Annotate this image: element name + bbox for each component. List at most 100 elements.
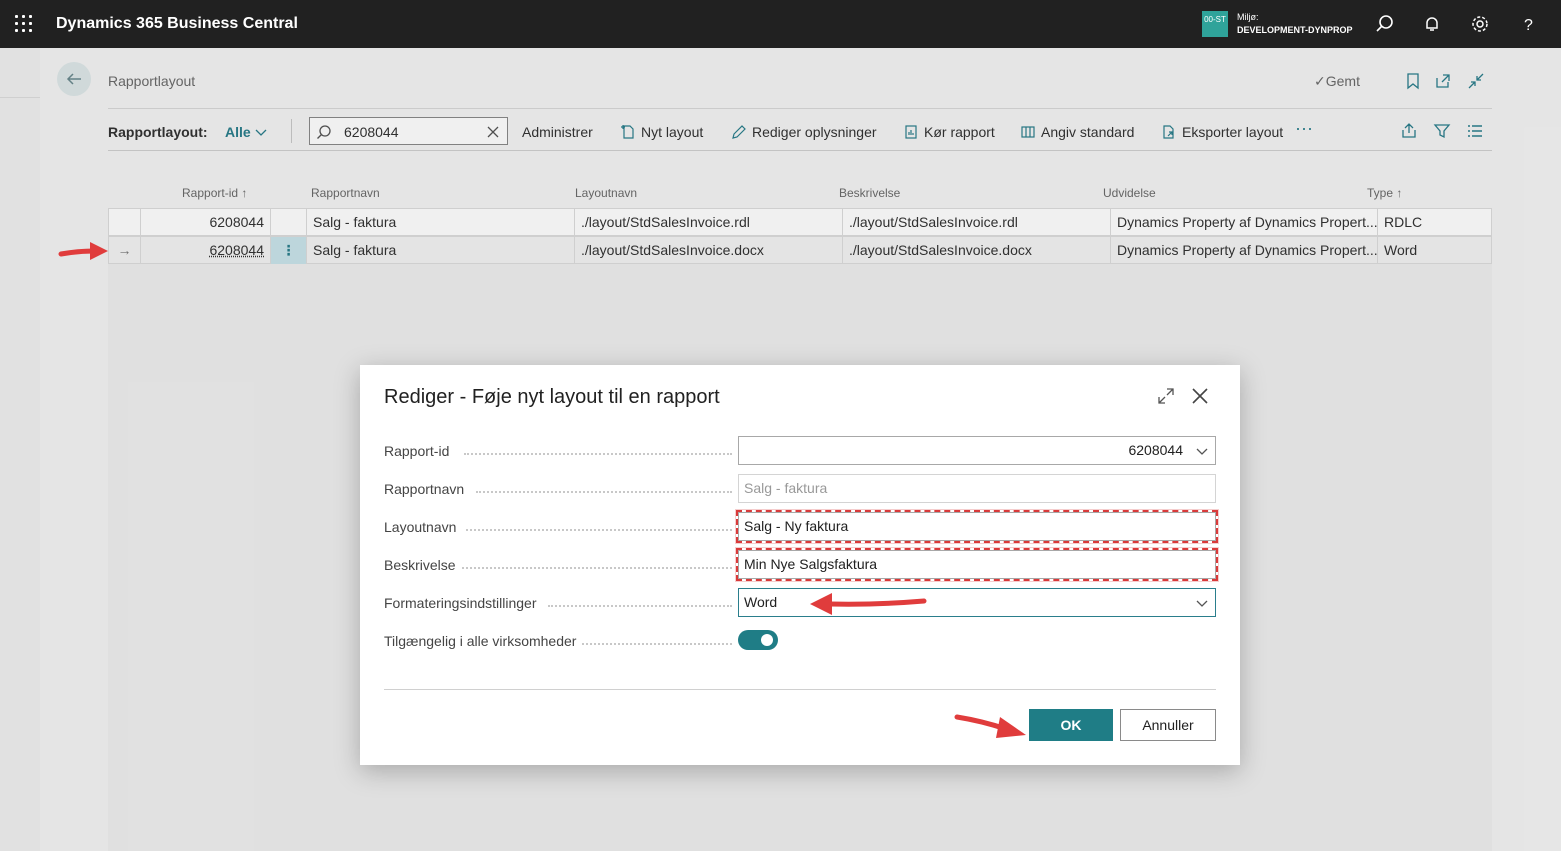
edit-layout-dialog: Rediger - Føje nyt layout til en rapport… <box>360 365 1240 765</box>
field-label-description: Beskrivelse <box>384 557 732 573</box>
highlight-box <box>736 510 1218 543</box>
column-header-layout-name[interactable]: Layoutnavn <box>575 186 637 200</box>
help-icon[interactable]: ? <box>1518 14 1538 34</box>
list-view-icon[interactable] <box>1466 122 1484 140</box>
annotation-arrow-icon <box>954 714 1026 738</box>
view-label: Rapportlayout: <box>108 124 208 140</box>
view-filter-value: Alle <box>225 124 251 140</box>
cell-report-id: 6208044 <box>141 209 271 236</box>
cell-report-name: Salg - faktura <box>307 209 575 236</box>
action-run-report[interactable]: Kør rapport <box>903 124 995 140</box>
cell-extension: Dynamics Property af Dynamics Propert... <box>1111 209 1378 236</box>
pencil-icon <box>732 125 746 139</box>
report-icon <box>905 125 917 139</box>
row-menu-icon[interactable]: ⋮ <box>271 237 307 264</box>
expand-icon[interactable] <box>1157 387 1175 405</box>
gear-icon[interactable] <box>1470 14 1490 34</box>
environment-badge: 00-ST <box>1202 11 1228 37</box>
chevron-down-icon <box>1196 448 1208 455</box>
close-icon[interactable] <box>1190 386 1210 406</box>
environment-label: Miljø: DEVELOPMENT-DYNPROP <box>1237 11 1353 37</box>
table-row[interactable]: → 6208044 ⋮ Salg - faktura ./layout/StdS… <box>108 236 1492 264</box>
bookmark-icon[interactable] <box>1404 72 1422 90</box>
label-text: Rapport-id <box>384 443 450 459</box>
row-selector[interactable] <box>109 209 141 236</box>
field-label-report-id: Rapport-id <box>384 443 732 459</box>
actionbar-divider <box>108 150 1492 151</box>
open-new-window-icon[interactable] <box>1434 72 1452 90</box>
saved-label: Gemt <box>1325 73 1360 89</box>
highlight-box <box>736 548 1218 581</box>
action-label: Eksporter layout <box>1182 124 1284 140</box>
field-label-report-name: Rapportnavn <box>384 481 732 497</box>
dialog-title: Rediger - Føje nyt layout til en rapport <box>384 386 720 408</box>
filter-icon[interactable] <box>1433 122 1451 140</box>
label-text: Layoutnavn <box>384 519 457 535</box>
saved-status: ✓Gemt <box>1314 73 1360 89</box>
column-header-description[interactable]: Beskrivelse <box>839 186 900 200</box>
action-edit-info[interactable]: Rediger oplysninger <box>731 124 877 140</box>
report-name-field: Salg - faktura <box>738 474 1216 503</box>
action-label: Administrer <box>522 124 593 140</box>
cell-row-menu[interactable] <box>271 209 307 236</box>
table-row[interactable]: 6208044 Salg - faktura ./layout/StdSales… <box>108 208 1492 236</box>
chevron-down-icon <box>255 129 267 136</box>
label-text: Tilgængelig i alle virksomheder <box>384 633 577 649</box>
available-all-toggle[interactable] <box>738 630 778 650</box>
row-selector[interactable]: → <box>109 237 141 264</box>
column-header-label: Rapport-id <box>182 186 239 200</box>
column-header-report-name[interactable]: Rapportnavn <box>311 186 380 200</box>
share-icon[interactable] <box>1400 122 1418 140</box>
app-title[interactable]: Dynamics 365 Business Central <box>56 15 298 33</box>
chevron-down-icon <box>1196 600 1208 607</box>
report-name-placeholder: Salg - faktura <box>744 480 828 496</box>
left-strip <box>0 48 40 851</box>
cell-report-name: Salg - faktura <box>307 237 575 264</box>
field-label-layout-name: Layoutnavn <box>384 519 732 535</box>
header-divider <box>108 108 1492 109</box>
more-actions-icon[interactable]: ··· <box>1295 118 1313 139</box>
action-separator <box>291 119 292 143</box>
column-header-report-id[interactable]: Rapport-id ↑ <box>182 186 247 200</box>
action-administrer[interactable]: Administrer <box>522 124 593 140</box>
arrow-left-icon <box>66 73 81 85</box>
search-icon[interactable] <box>1375 14 1395 34</box>
report-id-field[interactable]: 6208044 <box>738 436 1216 465</box>
new-document-icon <box>621 125 634 139</box>
back-button[interactable] <box>57 62 91 96</box>
format-value: Word <box>744 594 778 610</box>
column-header-extension[interactable]: Udvidelse <box>1103 186 1156 200</box>
clear-search-icon[interactable] <box>485 124 501 140</box>
columns-icon <box>1021 126 1035 138</box>
action-new-layout[interactable]: Nyt layout <box>620 124 703 140</box>
view-filter-dropdown[interactable]: Alle <box>225 124 267 140</box>
bell-icon[interactable] <box>1422 14 1442 34</box>
cell-extension: Dynamics Property af Dynamics Propert... <box>1111 237 1378 264</box>
app-launcher-icon[interactable] <box>14 14 34 34</box>
cell-report-id[interactable]: 6208044 <box>141 237 271 264</box>
column-header-type[interactable]: Type ↑ <box>1367 186 1402 200</box>
label-text: Rapportnavn <box>384 481 465 497</box>
report-id-value: 6208044 <box>1128 442 1183 458</box>
action-export-layout[interactable]: Eksporter layout <box>1161 124 1283 140</box>
field-label-available-all: Tilgængelig i alle virksomheder <box>384 633 732 649</box>
collapse-icon[interactable] <box>1467 72 1485 90</box>
action-label: Angiv standard <box>1041 124 1135 140</box>
export-document-icon <box>1163 125 1174 139</box>
environment-name: DEVELOPMENT-DYNPROP <box>1237 25 1353 35</box>
search-icon <box>317 125 331 139</box>
cell-type: RDLC <box>1384 214 1423 230</box>
cancel-button[interactable]: Annuller <box>1120 709 1216 741</box>
ok-button[interactable]: OK <box>1029 709 1113 741</box>
cell-type: Word <box>1384 242 1418 258</box>
column-header-label: Type <box>1367 186 1394 200</box>
top-bar: Dynamics 365 Business Central 00-ST Milj… <box>0 0 1561 48</box>
label-text: Beskrivelse <box>384 557 456 573</box>
field-label-format: Formateringsindstillinger <box>384 595 732 611</box>
cell-description: ./layout/StdSalesInvoice.rdl <box>843 209 1111 236</box>
action-set-default[interactable]: Angiv standard <box>1020 124 1134 140</box>
action-label: Rediger oplysninger <box>752 124 877 140</box>
search-input[interactable]: 6208044 <box>309 117 508 145</box>
action-label: Kør rapport <box>924 124 995 140</box>
cell-description: ./layout/StdSalesInvoice.docx <box>843 237 1111 264</box>
